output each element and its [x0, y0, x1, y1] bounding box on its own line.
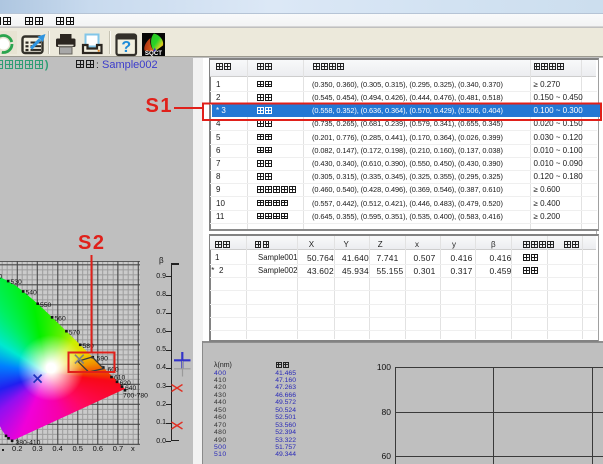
svg-text:590: 590 — [97, 356, 109, 363]
svg-text:380-410: 380-410 — [16, 440, 41, 447]
svg-text:560: 560 — [54, 315, 66, 322]
svg-text:640: 640 — [125, 385, 137, 392]
svg-text:520: 520 — [0, 274, 3, 281]
svg-text:530: 530 — [11, 279, 23, 286]
svg-text:540: 540 — [26, 290, 38, 297]
svg-text:700-780: 700-780 — [123, 393, 148, 400]
svg-text:570: 570 — [69, 329, 81, 336]
svg-text:550: 550 — [40, 302, 52, 309]
